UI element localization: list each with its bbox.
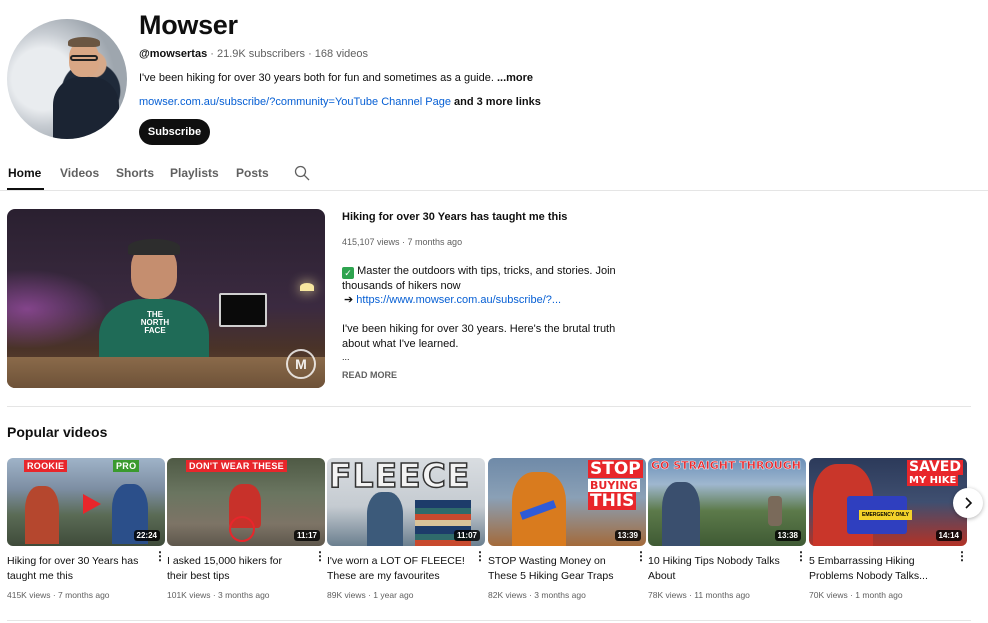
featured-link[interactable]: https://www.mowser.com.au/subscribe/?... — [356, 294, 561, 306]
video-card[interactable]: EMERGENCY ONLY SAVED MY HIKE 14:14 5 Emb… — [809, 458, 968, 608]
divider — [7, 620, 971, 621]
video-title[interactable]: I asked 15,000 hikers for their best tip… — [167, 554, 305, 584]
more-options-icon[interactable]: ⋮ — [154, 550, 166, 562]
video-thumbnail[interactable]: FLEECE 11:07 — [327, 458, 485, 546]
video-thumbnail[interactable]: GO STRAIGHT THROUGH 13:38 — [648, 458, 806, 546]
video-duration: 11:17 — [293, 530, 320, 541]
next-videos-button[interactable] — [953, 488, 983, 518]
avatar-glasses — [70, 55, 98, 61]
video-thumbnail[interactable]: STOP BUYING THIS 13:39 — [488, 458, 646, 546]
highlight-circle-icon — [229, 516, 255, 542]
thumbnail-person — [367, 492, 403, 546]
thumbnail-cap — [128, 239, 180, 255]
channel-avatar[interactable] — [7, 19, 127, 139]
thumbnail-monitor — [219, 293, 267, 327]
thumbnail-table — [7, 357, 325, 388]
thumbnail-hiker-left — [25, 486, 59, 544]
read-more-button[interactable]: READ MORE — [342, 370, 397, 380]
arrow-right-icon — [83, 494, 101, 514]
chevron-right-icon — [965, 497, 973, 509]
avatar-jacket — [53, 77, 119, 139]
more-options-icon[interactable]: ⋮ — [474, 550, 486, 562]
featured-link-line: ➔ https://www.mowser.com.au/subscribe/?.… — [344, 293, 561, 306]
thumbnail-tag-rookie: ROOKIE — [24, 460, 68, 472]
video-duration: 11:07 — [453, 530, 480, 541]
featured-description-line2: I've been hiking for over 30 years. Here… — [342, 323, 616, 350]
more-options-icon[interactable]: ⋮ — [956, 550, 968, 562]
subscribe-button[interactable]: Subscribe — [139, 119, 210, 145]
featured-description-line1: ✓ Master the outdoors with tips, tricks,… — [342, 264, 642, 294]
video-title[interactable]: I've worn a LOT OF FLEECE! These are my … — [327, 554, 465, 584]
thumbnail-tag-dont-wear: DON'T WEAR THESE — [186, 460, 287, 472]
more-options-icon[interactable]: ⋮ — [795, 550, 807, 562]
thumbnail-title-fleece: FLEECE — [328, 458, 471, 496]
video-card[interactable]: GO STRAIGHT THROUGH 13:38 10 Hiking Tips… — [648, 458, 807, 608]
video-meta: 78K views · 11 months ago — [648, 590, 750, 600]
arrow-icon: ➔ — [344, 294, 354, 306]
featured-video-views: 415,107 views · 7 months ago — [342, 237, 463, 247]
tab-home[interactable]: Home — [8, 166, 41, 180]
video-card[interactable]: ROOKIE PRO 22:24 Hiking for over 30 Year… — [7, 458, 166, 608]
more-options-icon[interactable]: ⋮ — [635, 550, 647, 562]
video-meta: 415K views · 7 months ago — [7, 590, 110, 600]
featured-ellipsis: ... — [342, 352, 350, 362]
check-mark-icon: ✓ — [342, 267, 354, 279]
channel-meta: @mowsertas · 21.9K subscribers · 168 vid… — [139, 48, 368, 60]
channel-description: I've been hiking for over 30 years both … — [139, 72, 533, 84]
divider — [7, 406, 971, 407]
video-duration: 13:38 — [774, 530, 801, 541]
thumbnail-text-my-hike: MY HIKE — [907, 475, 959, 486]
thumbnail-glow — [7, 269, 107, 349]
video-duration: 22:24 — [133, 530, 160, 541]
channel-handle: @mowsertas — [139, 48, 208, 60]
channel-links: mowser.com.au/subscribe/?community=YouTu… — [139, 96, 541, 108]
video-thumbnail[interactable]: DON'T WEAR THESE 11:17 — [167, 458, 325, 546]
video-meta: 101K views · 3 months ago — [167, 590, 270, 600]
video-title[interactable]: 10 Hiking Tips Nobody Talks About — [648, 554, 786, 584]
video-card[interactable]: DON'T WEAR THESE 11:17 I asked 15,000 hi… — [167, 458, 326, 608]
video-card[interactable]: FLEECE 11:07 I've worn a LOT OF FLEECE! … — [327, 458, 486, 608]
search-icon[interactable] — [294, 165, 310, 181]
video-title[interactable]: Hiking for over 30 Years has taught me t… — [7, 554, 145, 584]
thumbnail-text-saved: SAVED — [907, 459, 963, 475]
active-tab-indicator — [7, 188, 44, 190]
tab-videos[interactable]: Videos — [60, 166, 99, 180]
channel-watermark: M — [286, 349, 316, 379]
thumbnail-emergency-label: EMERGENCY ONLY — [859, 510, 912, 520]
video-thumbnail[interactable]: EMERGENCY ONLY SAVED MY HIKE 14:14 — [809, 458, 967, 546]
thumbnail-text-go-straight: GO STRAIGHT THROUGH — [651, 459, 801, 472]
channel-stats: · 21.9K subscribers · 168 videos — [210, 48, 369, 60]
tab-playlists[interactable]: Playlists — [170, 166, 219, 180]
channel-description-text: I've been hiking for over 30 years both … — [139, 72, 494, 84]
thumbnail-person — [662, 482, 700, 546]
more-options-icon[interactable]: ⋮ — [314, 550, 326, 562]
channel-tabs: Home Videos Shorts Playlists Posts — [0, 160, 988, 191]
video-title[interactable]: 5 Embarrassing Hiking Problems Nobody Ta… — [809, 554, 947, 584]
thumbnail-text-this: THIS — [588, 491, 637, 511]
channel-link[interactable]: mowser.com.au/subscribe/?community=YouTu… — [139, 96, 451, 108]
tab-shorts[interactable]: Shorts — [116, 166, 154, 180]
featured-video-thumbnail[interactable]: THE NORTH FACE M — [7, 209, 325, 388]
featured-video-title[interactable]: Hiking for over 30 Years has taught me t… — [342, 211, 567, 223]
avatar-hair — [68, 37, 100, 47]
video-meta: 70K views · 1 month ago — [809, 590, 903, 600]
video-card[interactable]: STOP BUYING THIS 13:39 STOP Wasting Mone… — [488, 458, 647, 608]
video-meta: 89K views · 1 year ago — [327, 590, 414, 600]
tab-posts[interactable]: Posts — [236, 166, 269, 180]
more-links-button[interactable]: and 3 more links — [454, 96, 541, 108]
video-duration: 14:14 — [935, 530, 962, 541]
shirt-logo-text: THE NORTH FACE — [140, 310, 170, 335]
thumbnail-tag-pro: PRO — [113, 460, 140, 472]
video-meta: 82K views · 3 months ago — [488, 590, 586, 600]
thumbnail-lamp — [300, 283, 314, 291]
description-more-link[interactable]: ...more — [497, 72, 533, 84]
channel-name: Mowser — [139, 10, 238, 40]
featured-description-text: Master the outdoors with tips, tricks, a… — [342, 265, 616, 292]
video-title[interactable]: STOP Wasting Money on These 5 Hiking Gea… — [488, 554, 626, 584]
section-title: Popular videos — [7, 424, 108, 440]
video-thumbnail[interactable]: ROOKIE PRO 22:24 — [7, 458, 165, 546]
video-duration: 13:39 — [614, 530, 641, 541]
thumbnail-hiker-small — [768, 496, 782, 526]
thumbnail-text-stop: STOP — [588, 459, 643, 479]
